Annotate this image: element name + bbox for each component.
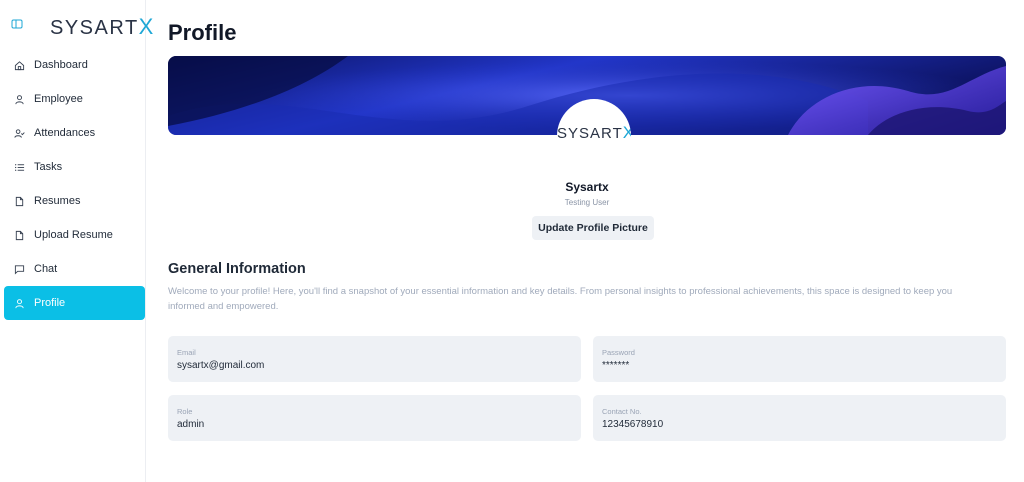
sidebar-header: SYSARTX [0, 0, 153, 52]
contact-field[interactable]: Contact No. [593, 395, 1006, 441]
sidebar-item-label: Resumes [34, 195, 81, 207]
sidebar-item-dashboard[interactable]: Dashboard [4, 48, 145, 82]
contact-label: Contact No. [602, 407, 642, 416]
list-icon [15, 163, 25, 171]
file-icon [15, 196, 24, 206]
contact-input[interactable] [602, 419, 992, 430]
sidebar: SYSARTX Dashboard Employee Attendances T… [0, 0, 153, 482]
password-field[interactable]: Password [593, 336, 1006, 382]
update-profile-picture-button[interactable]: Update Profile Picture [532, 216, 654, 240]
section-title: General Information [168, 261, 306, 277]
sidebar-item-tasks[interactable]: Tasks [4, 150, 145, 184]
sidebar-toggle-icon[interactable] [11, 18, 23, 30]
user-check-icon [14, 128, 25, 138]
email-label: Email [177, 348, 196, 357]
sidebar-item-attendances[interactable]: Attendances [4, 116, 145, 150]
sidebar-item-label: Chat [34, 263, 58, 275]
email-input[interactable] [177, 360, 567, 371]
sidebar-item-label: Dashboard [34, 59, 88, 71]
avatar: SYSARTX [557, 99, 631, 173]
password-label: Password [602, 348, 635, 357]
avatar-logo: SYSARTX [557, 123, 631, 143]
sidebar-item-label: Employee [34, 93, 83, 105]
section-description: Welcome to your profile! Here, you'll fi… [168, 286, 953, 312]
profile-name: Sysartx [565, 180, 609, 194]
sidebar-item-label: Upload Resume [34, 229, 113, 241]
role-input[interactable] [177, 419, 567, 430]
sidebar-item-label: Tasks [34, 161, 63, 173]
role-label: Role [177, 407, 193, 416]
file-icon [15, 230, 24, 240]
brand-logo-x: X [138, 14, 155, 39]
sidebar-nav: Dashboard Employee Attendances Tasks Res… [4, 48, 145, 320]
user-icon [15, 94, 24, 104]
sidebar-item-label: Attendances [34, 127, 96, 139]
app: SYSARTX Dashboard Employee Attendances T… [0, 0, 1024, 482]
home-icon [14, 60, 25, 70]
role-field[interactable]: Role [168, 395, 581, 441]
sidebar-item-upload-resume[interactable]: Upload Resume [4, 218, 145, 252]
user-icon [15, 298, 24, 308]
brand-logo[interactable]: SYSARTX [50, 14, 155, 40]
page-title: Profile [168, 20, 237, 45]
profile-role: Testing User [564, 198, 610, 207]
message-icon [14, 264, 25, 274]
brand-logo-text: SYSART [50, 17, 139, 39]
avatar-logo-text: SYSART [557, 125, 623, 142]
password-input[interactable] [602, 360, 992, 371]
avatar-logo-x: X [622, 123, 631, 142]
sidebar-item-label: Profile [34, 297, 66, 309]
email-field[interactable]: Email [168, 336, 581, 382]
sidebar-item-resumes[interactable]: Resumes [4, 184, 145, 218]
sidebar-item-chat[interactable]: Chat [4, 252, 145, 286]
sidebar-item-employee[interactable]: Employee [4, 82, 145, 116]
sidebar-item-profile[interactable]: Profile [4, 286, 145, 320]
